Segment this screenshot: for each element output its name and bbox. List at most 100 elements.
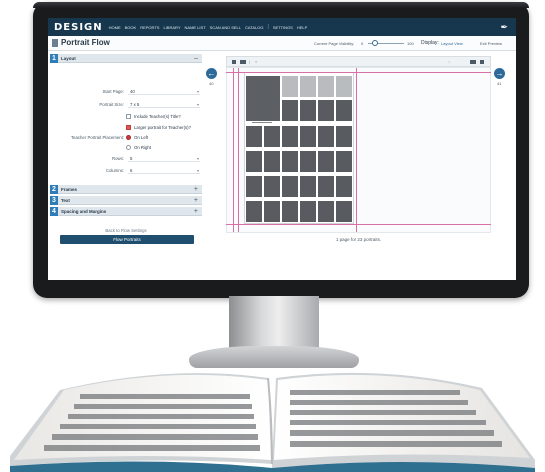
rows-select[interactable]: 5 ▾ <box>128 155 200 162</box>
student-portrait[interactable] <box>300 201 316 222</box>
margin-guide <box>238 68 239 232</box>
include-teacher-title-checkbox[interactable] <box>126 114 131 119</box>
placement-left-radio[interactable] <box>126 135 131 140</box>
preview-toolbar: | ⌕ ⇔ <box>226 56 491 67</box>
visibility-slider-knob[interactable] <box>372 40 379 46</box>
rows-label: Rows: <box>112 156 124 161</box>
right-page-number: 41 <box>497 81 502 86</box>
fit-icon[interactable]: ⇔ <box>447 59 451 64</box>
student-portrait[interactable] <box>300 126 316 147</box>
columns-select[interactable]: 6 ▾ <box>128 167 200 174</box>
book-page-right <box>274 374 530 460</box>
nav-home[interactable]: HOME <box>109 25 121 30</box>
app-logo[interactable]: DESIGN <box>54 22 103 33</box>
student-portrait[interactable] <box>246 201 262 222</box>
student-portrait[interactable] <box>336 201 352 222</box>
include-teacher-title-row: Include Teacher(s) Title? <box>50 113 202 121</box>
nav-help[interactable]: HELP <box>297 25 307 30</box>
student-portrait[interactable] <box>264 151 280 172</box>
previous-page-button[interactable]: ← <box>206 68 217 79</box>
student-portrait[interactable] <box>300 100 316 121</box>
student-portrait[interactable] <box>300 151 316 172</box>
placement-right-text: On Right <box>134 145 151 150</box>
section-frames[interactable]: 2 Frames + <box>50 185 202 194</box>
student-portrait[interactable] <box>246 176 262 197</box>
back-to-flow-settings-link[interactable]: Back to Flow Settings <box>50 228 202 233</box>
visibility-min: 0 <box>361 41 364 46</box>
student-portrait[interactable] <box>246 126 262 147</box>
student-portrait[interactable] <box>318 100 334 121</box>
student-portrait[interactable] <box>246 151 262 172</box>
margin-guide <box>356 68 357 232</box>
chevron-down-icon: ▾ <box>196 168 199 173</box>
student-portrait[interactable] <box>282 76 298 97</box>
left-page-number: 40 <box>209 81 214 86</box>
student-portrait[interactable] <box>282 201 298 222</box>
student-portrait[interactable] <box>282 176 298 197</box>
section-spacing-margins[interactable]: 4 Spacing and Margins + <box>50 207 202 216</box>
start-page-select[interactable]: 40 ▾ <box>128 88 200 95</box>
placement-right-radio[interactable] <box>126 145 131 150</box>
student-portrait[interactable] <box>318 126 334 147</box>
portrait-row <box>246 176 352 200</box>
student-portrait[interactable] <box>300 176 316 197</box>
flow-portraits-button[interactable]: Flow Portraits <box>60 235 194 244</box>
nav-library[interactable]: LIBRARY <box>163 25 180 30</box>
nav-book[interactable]: BOOK <box>125 25 137 30</box>
feather-icon[interactable]: ✒ <box>500 22 508 33</box>
start-page-value: 40 <box>130 89 135 94</box>
last-page-icon[interactable] <box>480 60 484 64</box>
nav-catalog[interactable]: CATALOG <box>245 25 264 30</box>
rows-row: Rows: 5 ▾ <box>50 155 202 163</box>
student-portrait[interactable] <box>336 100 352 121</box>
student-portrait[interactable] <box>264 201 280 222</box>
exit-preview-button[interactable]: Exit Preview <box>480 41 502 46</box>
nav-name-list[interactable]: NAME LIST <box>185 25 206 30</box>
collapse-icon[interactable]: – <box>194 54 198 63</box>
teacher-placement-label: Teacher Portrait Placement: <box>70 135 124 140</box>
larger-portrait-checkbox[interactable] <box>126 125 131 130</box>
layout-view-button[interactable]: Layout View <box>441 41 463 46</box>
first-page-icon[interactable] <box>232 60 236 64</box>
student-portrait[interactable] <box>264 176 280 197</box>
portrait-size-value: 7 x 5 <box>130 102 140 107</box>
next-page-button[interactable]: → <box>494 68 505 79</box>
expand-icon[interactable]: + <box>194 185 198 194</box>
section-number: 3 <box>50 196 58 205</box>
student-portrait[interactable] <box>282 126 298 147</box>
student-portrait[interactable] <box>336 76 352 97</box>
portrait-size-select[interactable]: 7 x 5 ▾ <box>128 101 200 108</box>
nav-separator: | <box>267 24 269 30</box>
section-layout[interactable]: 1 Layout – <box>50 54 202 63</box>
student-portrait[interactable] <box>318 176 334 197</box>
display-label: Display: <box>421 40 439 46</box>
nav-settings[interactable]: SETTINGS <box>273 25 293 30</box>
student-portrait[interactable] <box>318 151 334 172</box>
student-portrait[interactable] <box>336 176 352 197</box>
page-icon <box>52 39 58 47</box>
student-portrait[interactable] <box>282 100 298 121</box>
expand-icon[interactable]: + <box>194 207 198 216</box>
section-text[interactable]: 3 Text + <box>50 196 202 205</box>
spread-view-icon[interactable] <box>470 60 476 64</box>
student-portrait[interactable] <box>300 76 316 97</box>
rows-value: 5 <box>130 156 133 161</box>
student-portrait[interactable] <box>336 126 352 147</box>
teacher-placement-row: Teacher Portrait Placement: On Left <box>50 134 202 142</box>
start-page-label: Start Page: <box>102 89 125 94</box>
student-portrait[interactable] <box>264 126 280 147</box>
placement-left-text: On Left <box>134 135 149 140</box>
bezel-shine <box>33 2 529 8</box>
student-portrait[interactable] <box>282 151 298 172</box>
chevron-down-icon: ▾ <box>196 156 199 161</box>
student-portrait[interactable] <box>336 151 352 172</box>
spread-icon[interactable] <box>240 60 246 64</box>
section-label: Layout <box>61 56 76 61</box>
zoom-icon[interactable]: ⌕ <box>255 59 257 64</box>
preview-status: 1 page for 23 portraits. <box>335 237 382 242</box>
student-portrait[interactable] <box>318 76 334 97</box>
expand-icon[interactable]: + <box>194 196 198 205</box>
nav-reports[interactable]: REPORTS <box>140 25 159 30</box>
student-portrait[interactable] <box>318 201 334 222</box>
nav-scan-and-sell[interactable]: SCAN AND SELL <box>210 25 241 30</box>
